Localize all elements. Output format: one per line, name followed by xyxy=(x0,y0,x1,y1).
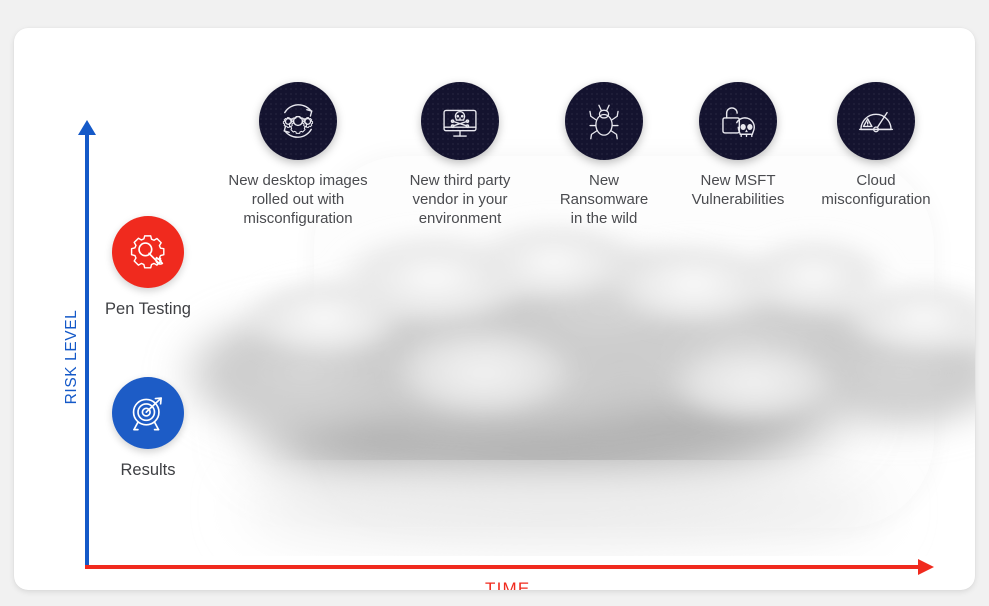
pen-testing-badge xyxy=(112,216,184,288)
threat-item-desktop-images[interactable]: New desktop images rolled out with misco… xyxy=(208,82,388,228)
time-axis-label: TIME xyxy=(485,579,531,590)
diagram-card: RISK LEVEL TIME Pen Testing Results New … xyxy=(14,28,975,590)
legend-label-results: Results xyxy=(120,461,176,479)
target-arrow-icon xyxy=(132,397,162,431)
gear-wrench-icon xyxy=(130,235,165,269)
threat-label-line: misconfiguration xyxy=(821,191,931,208)
time-axis-line xyxy=(85,565,926,569)
threat-label-line: misconfiguration xyxy=(243,210,353,227)
risk-axis-line xyxy=(85,132,89,569)
bug-icon xyxy=(589,104,619,140)
threat-label: Cloud misconfiguration xyxy=(786,171,966,209)
gauge-warning-icon xyxy=(858,111,894,133)
threat-badge xyxy=(699,82,777,160)
gears-refresh-icon xyxy=(282,104,314,138)
threat-label-line: Cloud xyxy=(856,172,896,189)
threat-label-line: rolled out with xyxy=(251,191,345,208)
time-axis-arrowhead xyxy=(918,559,934,575)
screenshot-root: RISK LEVEL TIME Pen Testing Results New … xyxy=(0,0,989,606)
threat-badge xyxy=(565,82,643,160)
results-badge xyxy=(112,377,184,449)
threat-badge xyxy=(837,82,915,160)
unlocked-padlock-skull-icon xyxy=(722,107,755,138)
threat-label: New desktop images rolled out with misco… xyxy=(208,171,388,228)
threat-label-line: New desktop images xyxy=(228,172,368,189)
threat-badge xyxy=(259,82,337,160)
threat-badge xyxy=(421,82,499,160)
threat-label-line: in the wild xyxy=(570,210,638,227)
legend-item-results[interactable]: Results xyxy=(58,377,238,480)
monitor-skull-icon xyxy=(443,109,477,137)
threat-item-cloud-misconfiguration[interactable]: Cloud misconfiguration xyxy=(786,82,966,209)
legend-item-pen-testing[interactable]: Pen Testing xyxy=(58,216,238,319)
legend-label-pen-testing: Pen Testing xyxy=(105,300,191,318)
